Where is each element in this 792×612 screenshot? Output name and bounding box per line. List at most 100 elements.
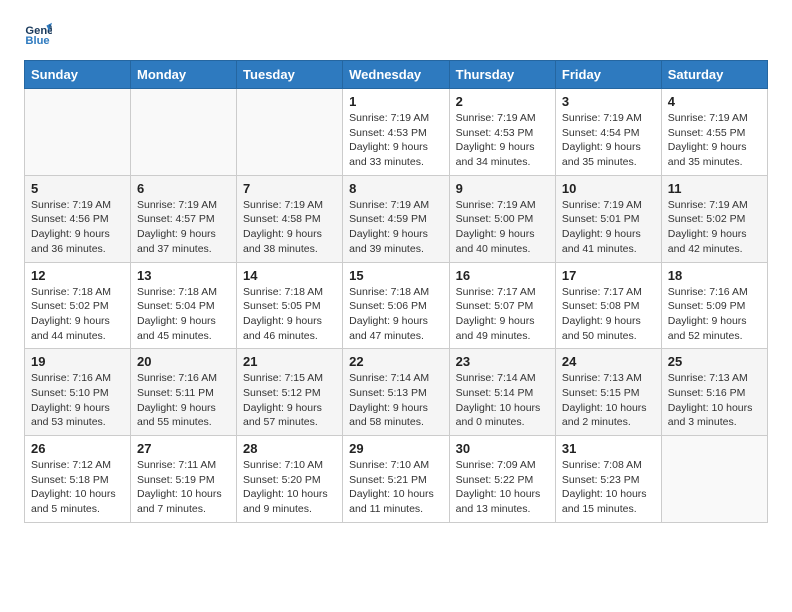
day-number: 7 xyxy=(243,181,336,196)
day-detail: Sunrise: 7:18 AM Sunset: 5:04 PM Dayligh… xyxy=(137,285,230,344)
calendar-cell: 20 Sunrise: 7:16 AM Sunset: 5:11 PM Dayli… xyxy=(131,349,237,436)
calendar-week-row: 5 Sunrise: 7:19 AM Sunset: 4:56 PM Daylig… xyxy=(25,175,768,262)
day-detail: Sunrise: 7:14 AM Sunset: 5:14 PM Dayligh… xyxy=(456,371,549,430)
day-detail: Sunrise: 7:19 AM Sunset: 4:59 PM Dayligh… xyxy=(349,198,443,257)
calendar-cell: 1 Sunrise: 7:19 AM Sunset: 4:53 PM Daylig… xyxy=(343,89,450,176)
day-number: 21 xyxy=(243,354,336,369)
day-number: 9 xyxy=(456,181,549,196)
day-detail: Sunrise: 7:14 AM Sunset: 5:13 PM Dayligh… xyxy=(349,371,443,430)
day-number: 29 xyxy=(349,441,443,456)
calendar-cell: 8 Sunrise: 7:19 AM Sunset: 4:59 PM Daylig… xyxy=(343,175,450,262)
svg-text:Blue: Blue xyxy=(25,35,49,47)
calendar-cell: 24 Sunrise: 7:13 AM Sunset: 5:15 PM Dayli… xyxy=(555,349,661,436)
calendar-cell: 7 Sunrise: 7:19 AM Sunset: 4:58 PM Daylig… xyxy=(237,175,343,262)
day-number: 13 xyxy=(137,268,230,283)
day-detail: Sunrise: 7:13 AM Sunset: 5:16 PM Dayligh… xyxy=(668,371,761,430)
calendar-cell: 18Sunrise: 7:16 AM Sunset: 5:09 PM Dayli… xyxy=(661,262,767,349)
calendar-cell: 29 Sunrise: 7:10 AM Sunset: 5:21 PM Dayli… xyxy=(343,436,450,523)
day-detail: Sunrise: 7:08 AM Sunset: 5:23 PM Dayligh… xyxy=(562,458,655,517)
day-number: 3 xyxy=(562,94,655,109)
day-number: 5 xyxy=(31,181,124,196)
day-number: 28 xyxy=(243,441,336,456)
calendar-cell: 28 Sunrise: 7:10 AM Sunset: 5:20 PM Dayli… xyxy=(237,436,343,523)
day-detail: Sunrise: 7:19 AM Sunset: 5:01 PM Dayligh… xyxy=(562,198,655,257)
day-detail: Sunrise: 7:18 AM Sunset: 5:05 PM Dayligh… xyxy=(243,285,336,344)
calendar-cell: 23 Sunrise: 7:14 AM Sunset: 5:14 PM Dayli… xyxy=(449,349,555,436)
calendar-cell: 25Sunrise: 7:13 AM Sunset: 5:16 PM Dayli… xyxy=(661,349,767,436)
calendar-cell: 5 Sunrise: 7:19 AM Sunset: 4:56 PM Daylig… xyxy=(25,175,131,262)
weekday-header: Friday xyxy=(555,61,661,89)
calendar-cell: 9 Sunrise: 7:19 AM Sunset: 5:00 PM Daylig… xyxy=(449,175,555,262)
day-number: 31 xyxy=(562,441,655,456)
day-number: 22 xyxy=(349,354,443,369)
calendar-cell: 30 Sunrise: 7:09 AM Sunset: 5:22 PM Dayli… xyxy=(449,436,555,523)
day-detail: Sunrise: 7:19 AM Sunset: 4:58 PM Dayligh… xyxy=(243,198,336,257)
calendar-cell: 19 Sunrise: 7:16 AM Sunset: 5:10 PM Dayli… xyxy=(25,349,131,436)
day-number: 6 xyxy=(137,181,230,196)
day-detail: Sunrise: 7:19 AM Sunset: 4:55 PM Dayligh… xyxy=(668,111,761,170)
calendar-cell: 2 Sunrise: 7:19 AM Sunset: 4:53 PM Daylig… xyxy=(449,89,555,176)
day-detail: Sunrise: 7:19 AM Sunset: 4:53 PM Dayligh… xyxy=(349,111,443,170)
calendar-cell: 10 Sunrise: 7:19 AM Sunset: 5:01 PM Dayli… xyxy=(555,175,661,262)
calendar-week-row: 19 Sunrise: 7:16 AM Sunset: 5:10 PM Dayli… xyxy=(25,349,768,436)
day-detail: Sunrise: 7:16 AM Sunset: 5:11 PM Dayligh… xyxy=(137,371,230,430)
calendar-cell: 22 Sunrise: 7:14 AM Sunset: 5:13 PM Dayli… xyxy=(343,349,450,436)
calendar-page: General Blue SundayMondayTuesdayWednesda… xyxy=(0,0,792,543)
day-number: 2 xyxy=(456,94,549,109)
calendar-cell: 6 Sunrise: 7:19 AM Sunset: 4:57 PM Daylig… xyxy=(131,175,237,262)
calendar-cell: 12Sunrise: 7:18 AM Sunset: 5:02 PM Dayli… xyxy=(25,262,131,349)
logo-icon: General Blue xyxy=(24,20,52,48)
day-number: 19 xyxy=(31,354,124,369)
calendar-cell: 11 Sunrise: 7:19 AM Sunset: 5:02 PM Dayli… xyxy=(661,175,767,262)
day-detail: Sunrise: 7:19 AM Sunset: 5:00 PM Dayligh… xyxy=(456,198,549,257)
day-number: 20 xyxy=(137,354,230,369)
day-number: 16 xyxy=(456,268,549,283)
weekday-header: Thursday xyxy=(449,61,555,89)
day-number: 10 xyxy=(562,181,655,196)
day-number: 11 xyxy=(668,181,761,196)
calendar-cell: 4Sunrise: 7:19 AM Sunset: 4:55 PM Daylig… xyxy=(661,89,767,176)
weekday-header: Monday xyxy=(131,61,237,89)
calendar-cell xyxy=(131,89,237,176)
logo: General Blue xyxy=(24,20,56,48)
day-detail: Sunrise: 7:16 AM Sunset: 5:09 PM Dayligh… xyxy=(668,285,761,344)
calendar-week-row: 26Sunrise: 7:12 AM Sunset: 5:18 PM Dayli… xyxy=(25,436,768,523)
day-number: 17 xyxy=(562,268,655,283)
day-detail: Sunrise: 7:10 AM Sunset: 5:20 PM Dayligh… xyxy=(243,458,336,517)
day-detail: Sunrise: 7:16 AM Sunset: 5:10 PM Dayligh… xyxy=(31,371,124,430)
weekday-header: Tuesday xyxy=(237,61,343,89)
day-detail: Sunrise: 7:09 AM Sunset: 5:22 PM Dayligh… xyxy=(456,458,549,517)
day-number: 14 xyxy=(243,268,336,283)
calendar-cell: 21 Sunrise: 7:15 AM Sunset: 5:12 PM Dayli… xyxy=(237,349,343,436)
day-detail: Sunrise: 7:19 AM Sunset: 4:57 PM Dayligh… xyxy=(137,198,230,257)
day-number: 26 xyxy=(31,441,124,456)
day-number: 8 xyxy=(349,181,443,196)
day-detail: Sunrise: 7:18 AM Sunset: 5:06 PM Dayligh… xyxy=(349,285,443,344)
calendar-cell: 3 Sunrise: 7:19 AM Sunset: 4:54 PM Daylig… xyxy=(555,89,661,176)
calendar-cell: 17 Sunrise: 7:17 AM Sunset: 5:08 PM Dayli… xyxy=(555,262,661,349)
day-number: 1 xyxy=(349,94,443,109)
day-detail: Sunrise: 7:19 AM Sunset: 4:53 PM Dayligh… xyxy=(456,111,549,170)
day-detail: Sunrise: 7:17 AM Sunset: 5:08 PM Dayligh… xyxy=(562,285,655,344)
day-number: 30 xyxy=(456,441,549,456)
calendar-cell xyxy=(25,89,131,176)
day-detail: Sunrise: 7:19 AM Sunset: 4:56 PM Dayligh… xyxy=(31,198,124,257)
weekday-header-row: SundayMondayTuesdayWednesdayThursdayFrid… xyxy=(25,61,768,89)
day-detail: Sunrise: 7:19 AM Sunset: 4:54 PM Dayligh… xyxy=(562,111,655,170)
day-detail: Sunrise: 7:11 AM Sunset: 5:19 PM Dayligh… xyxy=(137,458,230,517)
calendar-cell xyxy=(237,89,343,176)
day-detail: Sunrise: 7:19 AM Sunset: 5:02 PM Dayligh… xyxy=(668,198,761,257)
day-detail: Sunrise: 7:15 AM Sunset: 5:12 PM Dayligh… xyxy=(243,371,336,430)
calendar-week-row: 12Sunrise: 7:18 AM Sunset: 5:02 PM Dayli… xyxy=(25,262,768,349)
weekday-header: Sunday xyxy=(25,61,131,89)
day-detail: Sunrise: 7:10 AM Sunset: 5:21 PM Dayligh… xyxy=(349,458,443,517)
day-number: 12 xyxy=(31,268,124,283)
day-number: 24 xyxy=(562,354,655,369)
calendar-cell: 15Sunrise: 7:18 AM Sunset: 5:06 PM Dayli… xyxy=(343,262,450,349)
day-detail: Sunrise: 7:13 AM Sunset: 5:15 PM Dayligh… xyxy=(562,371,655,430)
calendar-cell xyxy=(661,436,767,523)
day-number: 23 xyxy=(456,354,549,369)
calendar-cell: 14 Sunrise: 7:18 AM Sunset: 5:05 PM Dayli… xyxy=(237,262,343,349)
calendar-cell: 26Sunrise: 7:12 AM Sunset: 5:18 PM Dayli… xyxy=(25,436,131,523)
calendar-week-row: 1 Sunrise: 7:19 AM Sunset: 4:53 PM Daylig… xyxy=(25,89,768,176)
